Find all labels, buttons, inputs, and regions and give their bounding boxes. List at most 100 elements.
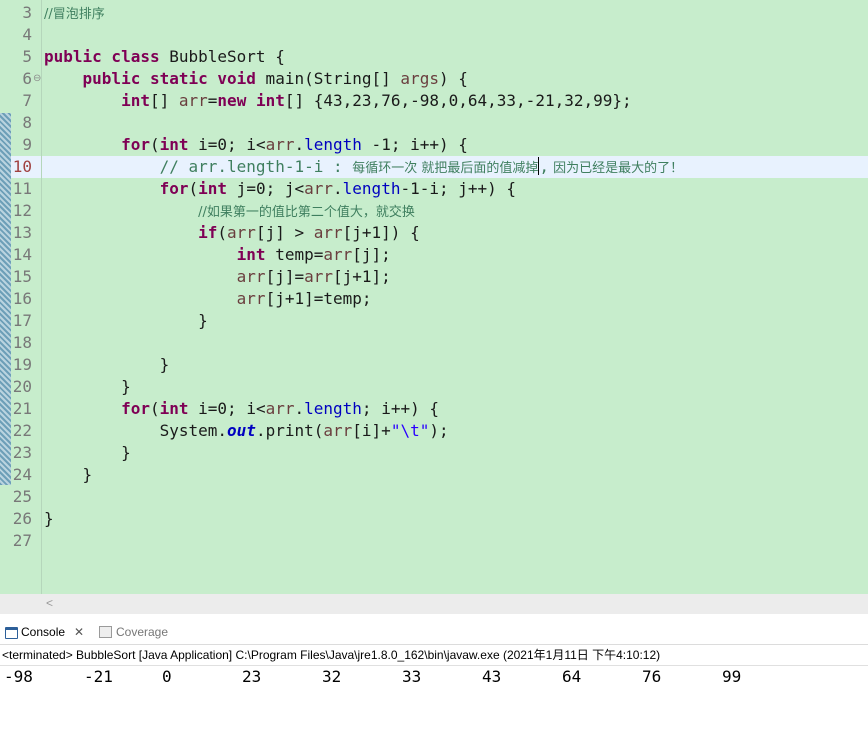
code-line-5[interactable]: public class BubbleSort { (44, 46, 285, 68)
code-token: [j]= (265, 267, 305, 286)
code-token: } (198, 311, 208, 330)
code-token: ) { (438, 69, 468, 88)
code-line-13[interactable]: if(arr[j] > arr[j+1]) { (44, 222, 420, 244)
code-token: main(String[] (255, 69, 401, 88)
line-number: 6 (22, 69, 32, 88)
comment-token: 因为已经是最大的了！ (549, 161, 684, 176)
code-token: [j+1]) { (342, 223, 420, 242)
close-icon[interactable]: ✕ (74, 620, 84, 644)
output-value: 64 (562, 667, 582, 686)
code-line-20[interactable]: } (44, 376, 131, 398)
console-icon (5, 627, 18, 639)
code-line-24[interactable]: } (44, 464, 93, 486)
keyword-token: int (236, 245, 266, 264)
keyword-token: int (198, 179, 228, 198)
line-number: 15 (12, 267, 32, 286)
code-editor[interactable]: 3 4 5 6 7 8 9 10 11 12 13 14 15 16 17 18… (0, 0, 868, 614)
code-token: . (294, 135, 305, 154)
code-line-19[interactable]: } (44, 354, 170, 376)
tab-console[interactable]: Console ✕ (0, 620, 94, 644)
code-token: ( (149, 399, 160, 418)
code-token: [] {43,23,76,-98,0,64,33,-21,32,99}; (284, 91, 632, 110)
line-number: 23 (12, 443, 32, 462)
code-token: . (294, 399, 305, 418)
code-line-12[interactable]: //如果第一的值比第二个值大，就交换 (44, 200, 415, 224)
code-line-23[interactable]: } (44, 442, 131, 464)
variable-token: arr (323, 245, 353, 264)
line-number-current: 10 (12, 157, 32, 176)
code-line-7[interactable]: int[] arr=new int[] {43,23,76,-98,0,64,3… (44, 90, 632, 112)
code-token: [j+1]=temp; (265, 289, 372, 308)
fold-collapse-icon[interactable]: ⊖ (33, 68, 41, 90)
code-token: .print( (255, 421, 324, 440)
code-token: [j]; (352, 245, 391, 264)
code-token: [j+1]; (333, 267, 391, 286)
output-value: -98 (4, 667, 33, 686)
output-value: 76 (642, 667, 662, 686)
line-number: 20 (12, 377, 32, 396)
line-number: 17 (12, 311, 32, 330)
static-field-token: out (227, 421, 256, 440)
variable-token: arr (227, 223, 256, 242)
line-number: 14 (12, 245, 32, 264)
code-token: = (207, 91, 218, 110)
line-number: 27 (12, 531, 32, 550)
line-number: 3 (22, 3, 32, 22)
console-output[interactable]: -98 -21 0 23 32 33 43 64 76 99 (0, 665, 868, 741)
comment-token: , (539, 157, 550, 176)
console-status-line: <terminated> BubbleSort [Java Applicatio… (2, 648, 661, 662)
variable-token: arr (236, 289, 266, 308)
line-number: 11 (12, 179, 32, 198)
keyword-token: int (121, 91, 150, 110)
keyword-token: int (159, 399, 189, 418)
code-line-22[interactable]: System.out.print(arr[i]+"\t"); (44, 420, 449, 442)
variable-token: arr (236, 267, 266, 286)
tab-label: Console (21, 625, 66, 639)
scroll-left-icon[interactable]: < (46, 594, 53, 612)
line-number: 24 (12, 465, 32, 484)
variable-token: args (400, 69, 439, 88)
horizontal-scrollbar[interactable]: < (0, 594, 868, 614)
tab-coverage[interactable]: Coverage (97, 620, 187, 644)
code-line-16[interactable]: arr[j+1]=temp; (44, 288, 372, 310)
code-line-26[interactable]: } (44, 508, 54, 530)
keyword-token: for (159, 179, 189, 198)
code-line-14[interactable]: int temp=arr[j]; (44, 244, 391, 266)
keyword-token: if (198, 223, 218, 242)
code-line-17[interactable]: } (44, 310, 208, 332)
code-token: [j] > (255, 223, 314, 242)
code-token: i=0; i< (188, 399, 266, 418)
line-number: 9 (22, 135, 32, 154)
code-token: } (82, 465, 93, 484)
code-line-10[interactable]: // arr.length-1-i : 每循环一次 就把最后面的值减掉, 因为已… (44, 156, 683, 180)
code-line-9[interactable]: for(int i=0; i<arr.length -1; i++) { (44, 134, 468, 156)
code-token: BubbleSort { (159, 47, 285, 66)
line-number: 21 (12, 399, 32, 418)
code-line-15[interactable]: arr[j]=arr[j+1]; (44, 266, 391, 288)
keyword-token: for (121, 399, 150, 418)
code-token: ); (429, 421, 449, 440)
code-token: -1-i; j++) { (400, 179, 517, 198)
comment-token: // arr.length-1-i : (159, 157, 353, 176)
output-value: 32 (322, 667, 342, 686)
code-token: temp= (265, 245, 324, 264)
code-token: . (333, 179, 343, 198)
variable-token: arr (304, 267, 333, 286)
code-token: System. (159, 421, 228, 440)
code-token: -1; i++) { (361, 135, 468, 154)
field-token: length (342, 179, 401, 198)
code-token: } (44, 509, 54, 528)
code-token: j=0; j< (227, 179, 305, 198)
line-number: 19 (12, 355, 32, 374)
code-line-3[interactable]: //冒泡排序 (44, 2, 105, 26)
code-token: } (159, 355, 170, 374)
code-line-6[interactable]: public static void main(String[] args) { (44, 68, 468, 90)
comment-token: //如果第一的值比第二个值大，就交换 (198, 205, 415, 220)
code-line-11[interactable]: for(int j=0; j<arr.length-1-i; j++) { (44, 178, 516, 200)
code-token: ( (217, 223, 228, 242)
output-value: 0 (162, 667, 172, 686)
string-token: "\t" (390, 421, 430, 440)
variable-token: arr (265, 135, 295, 154)
keyword-token: public class (44, 47, 160, 66)
code-line-21[interactable]: for(int i=0; i<arr.length; i++) { (44, 398, 439, 420)
